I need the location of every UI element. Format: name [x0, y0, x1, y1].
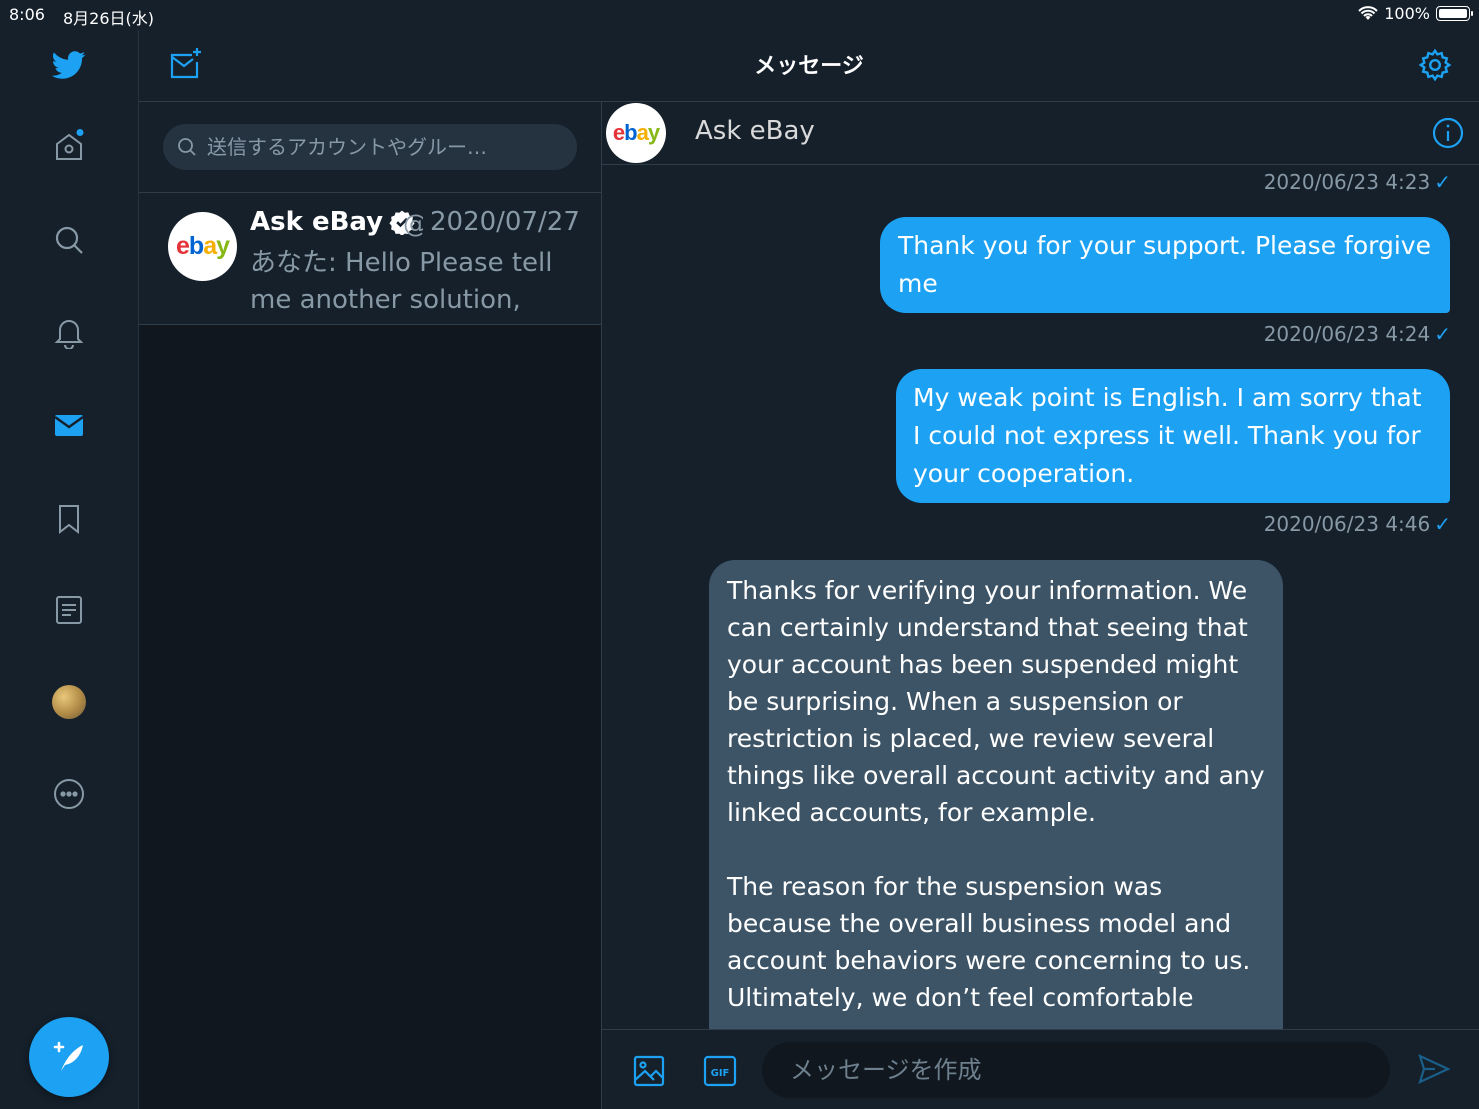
wifi-icon: [1358, 5, 1378, 20]
battery-level-fill: [1439, 9, 1467, 18]
gear-icon: [1418, 48, 1452, 82]
add-photo-button[interactable]: [632, 1054, 666, 1092]
timestamp-text: 2020/06/23 4:46: [1263, 512, 1431, 536]
chat-pane: ebay Ask eBay 2020/06/23 4:23 ✓ Thank yo…: [602, 102, 1479, 1109]
send-icon: [1418, 1053, 1451, 1085]
message-paragraph: The reason for the suspension was becaus…: [727, 872, 1251, 1012]
conversation-preview: あなた: Hello Please tell me another soluti…: [250, 248, 553, 315]
search-icon[interactable]: [49, 220, 89, 260]
message-timestamp: 2020/06/23 4:46 ✓: [1264, 512, 1451, 536]
conversation-name-row: Ask eBay: [250, 207, 415, 237]
ebay-logo: ebay: [176, 232, 230, 260]
conversation-item[interactable]: ebay Ask eBay @ 2020/07/27 あなた: Hello Pl…: [139, 193, 601, 325]
avatar: [52, 685, 86, 719]
info-icon: [1432, 117, 1464, 149]
ebay-logo: ebay: [612, 120, 660, 145]
twitter-bird-icon[interactable]: [49, 45, 89, 85]
send-button[interactable]: [1417, 1052, 1451, 1090]
incoming-message[interactable]: Thanks for verifying your information. W…: [709, 560, 1283, 1080]
search-box[interactable]: [163, 124, 577, 170]
message-text: Thank you for your support. Please forgi…: [898, 231, 1431, 298]
status-right: 100%: [1358, 4, 1473, 23]
chat-contact-name[interactable]: Ask eBay: [695, 116, 815, 146]
message-text: My weak point is English. I am sorry tha…: [913, 383, 1422, 488]
status-time: 8:06: [9, 5, 45, 24]
conversation-name: Ask eBay: [250, 207, 384, 237]
outgoing-message[interactable]: Thank you for your support. Please forgi…: [880, 217, 1450, 313]
status-date: 8月26日(水): [63, 9, 155, 28]
top-bar: メッセージ: [139, 30, 1479, 102]
search-icon: [178, 138, 196, 156]
chat-header: ebay Ask eBay: [602, 102, 1479, 165]
add-gif-button[interactable]: GIF: [703, 1054, 737, 1092]
message-timestamp: 2020/06/23 4:24 ✓: [1264, 322, 1451, 346]
battery-percent: 100%: [1384, 4, 1430, 23]
image-icon: [633, 1055, 665, 1087]
status-bar: 8:06 8月26日(水) 100%: [0, 0, 1479, 30]
home-icon[interactable]: [49, 126, 89, 166]
conversation-info-button[interactable]: [1431, 116, 1465, 154]
read-check-icon: ✓: [1434, 322, 1451, 346]
page-title: メッセージ: [754, 54, 864, 79]
battery-icon: [1436, 6, 1473, 21]
compose-tweet-icon: [53, 1041, 83, 1071]
message-timestamp: 2020/06/23 4:23 ✓: [1264, 170, 1451, 194]
messages-envelope-icon[interactable]: [49, 405, 89, 445]
more-icon[interactable]: [49, 774, 89, 814]
search-area: [139, 102, 601, 193]
search-input[interactable]: [205, 134, 549, 160]
ebay-logo-avatar: ebay: [168, 212, 237, 281]
outgoing-message[interactable]: My weak point is English. I am sorry tha…: [896, 369, 1450, 503]
nav-rail: [0, 30, 139, 1109]
message-paragraph: Thanks for verifying your information. W…: [727, 576, 1265, 827]
lists-icon[interactable]: [49, 590, 89, 630]
conversation-handle: @: [403, 209, 423, 238]
bookmark-icon[interactable]: [49, 499, 89, 539]
read-check-icon: ✓: [1434, 170, 1451, 194]
timestamp-text: 2020/06/23 4:24: [1263, 322, 1431, 346]
settings-button[interactable]: [1417, 47, 1453, 87]
conversation-date: 2020/07/27: [430, 207, 580, 237]
profile-avatar[interactable]: [49, 682, 89, 722]
gif-icon: GIF: [703, 1055, 737, 1087]
gif-label: GIF: [711, 1068, 730, 1079]
message-composer: GIF: [602, 1029, 1479, 1109]
message-input[interactable]: [788, 1055, 1352, 1085]
message-input-field[interactable]: [762, 1042, 1390, 1098]
conversation-list: ebay Ask eBay @ 2020/07/27 あなた: Hello Pl…: [139, 102, 602, 1109]
read-check-icon: ✓: [1434, 512, 1451, 536]
compose-tweet-button[interactable]: [29, 1017, 109, 1097]
notifications-bell-icon[interactable]: [49, 312, 89, 352]
chat-contact-avatar[interactable]: ebay: [606, 103, 666, 163]
timestamp-text: 2020/06/23 4:23: [1263, 170, 1431, 194]
